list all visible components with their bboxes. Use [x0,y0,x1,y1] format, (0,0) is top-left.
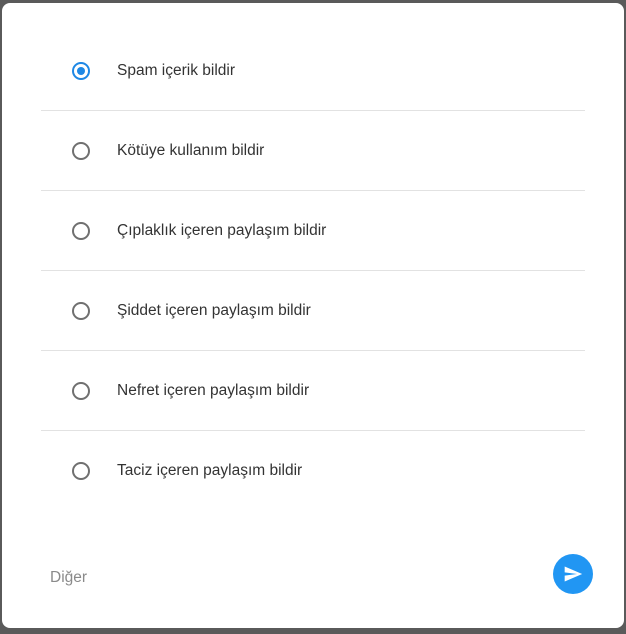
radio-button-harassment[interactable] [72,461,90,480]
option-label: Nefret içeren paylaşım bildir [117,381,310,399]
option-label: Taciz içeren paylaşım bildir [117,461,303,479]
radio-button-spam[interactable] [72,61,90,80]
option-label: Şiddet içeren paylaşım bildir [117,301,311,319]
option-label: Spam içerik bildir [117,61,236,79]
radio-button-hate[interactable] [72,381,90,400]
radio-button-abuse[interactable] [72,141,90,160]
report-option-hate[interactable]: Nefret içeren paylaşım bildir [41,351,585,431]
option-label: Kötüye kullanım bildir [117,141,265,159]
report-option-spam[interactable]: Spam içerik bildir [41,31,585,111]
report-option-harassment[interactable]: Taciz içeren paylaşım bildir [41,431,585,510]
radio-button-violence[interactable] [72,301,90,320]
radio-button-nudity[interactable] [72,221,90,240]
report-option-nudity[interactable]: Çıplaklık içeren paylaşım bildir [41,191,585,271]
report-option-violence[interactable]: Şiddet içeren paylaşım bildir [41,271,585,351]
option-label: Çıplaklık içeren paylaşım bildir [117,221,327,239]
other-reason-input[interactable] [50,563,530,593]
report-options-list: Spam içerik bildir Kötüye kullanım bildi… [41,31,585,510]
send-button[interactable] [553,554,593,594]
report-dialog: Spam içerik bildir Kötüye kullanım bildi… [2,3,624,628]
send-icon [563,564,583,584]
report-option-abuse[interactable]: Kötüye kullanım bildir [41,111,585,191]
